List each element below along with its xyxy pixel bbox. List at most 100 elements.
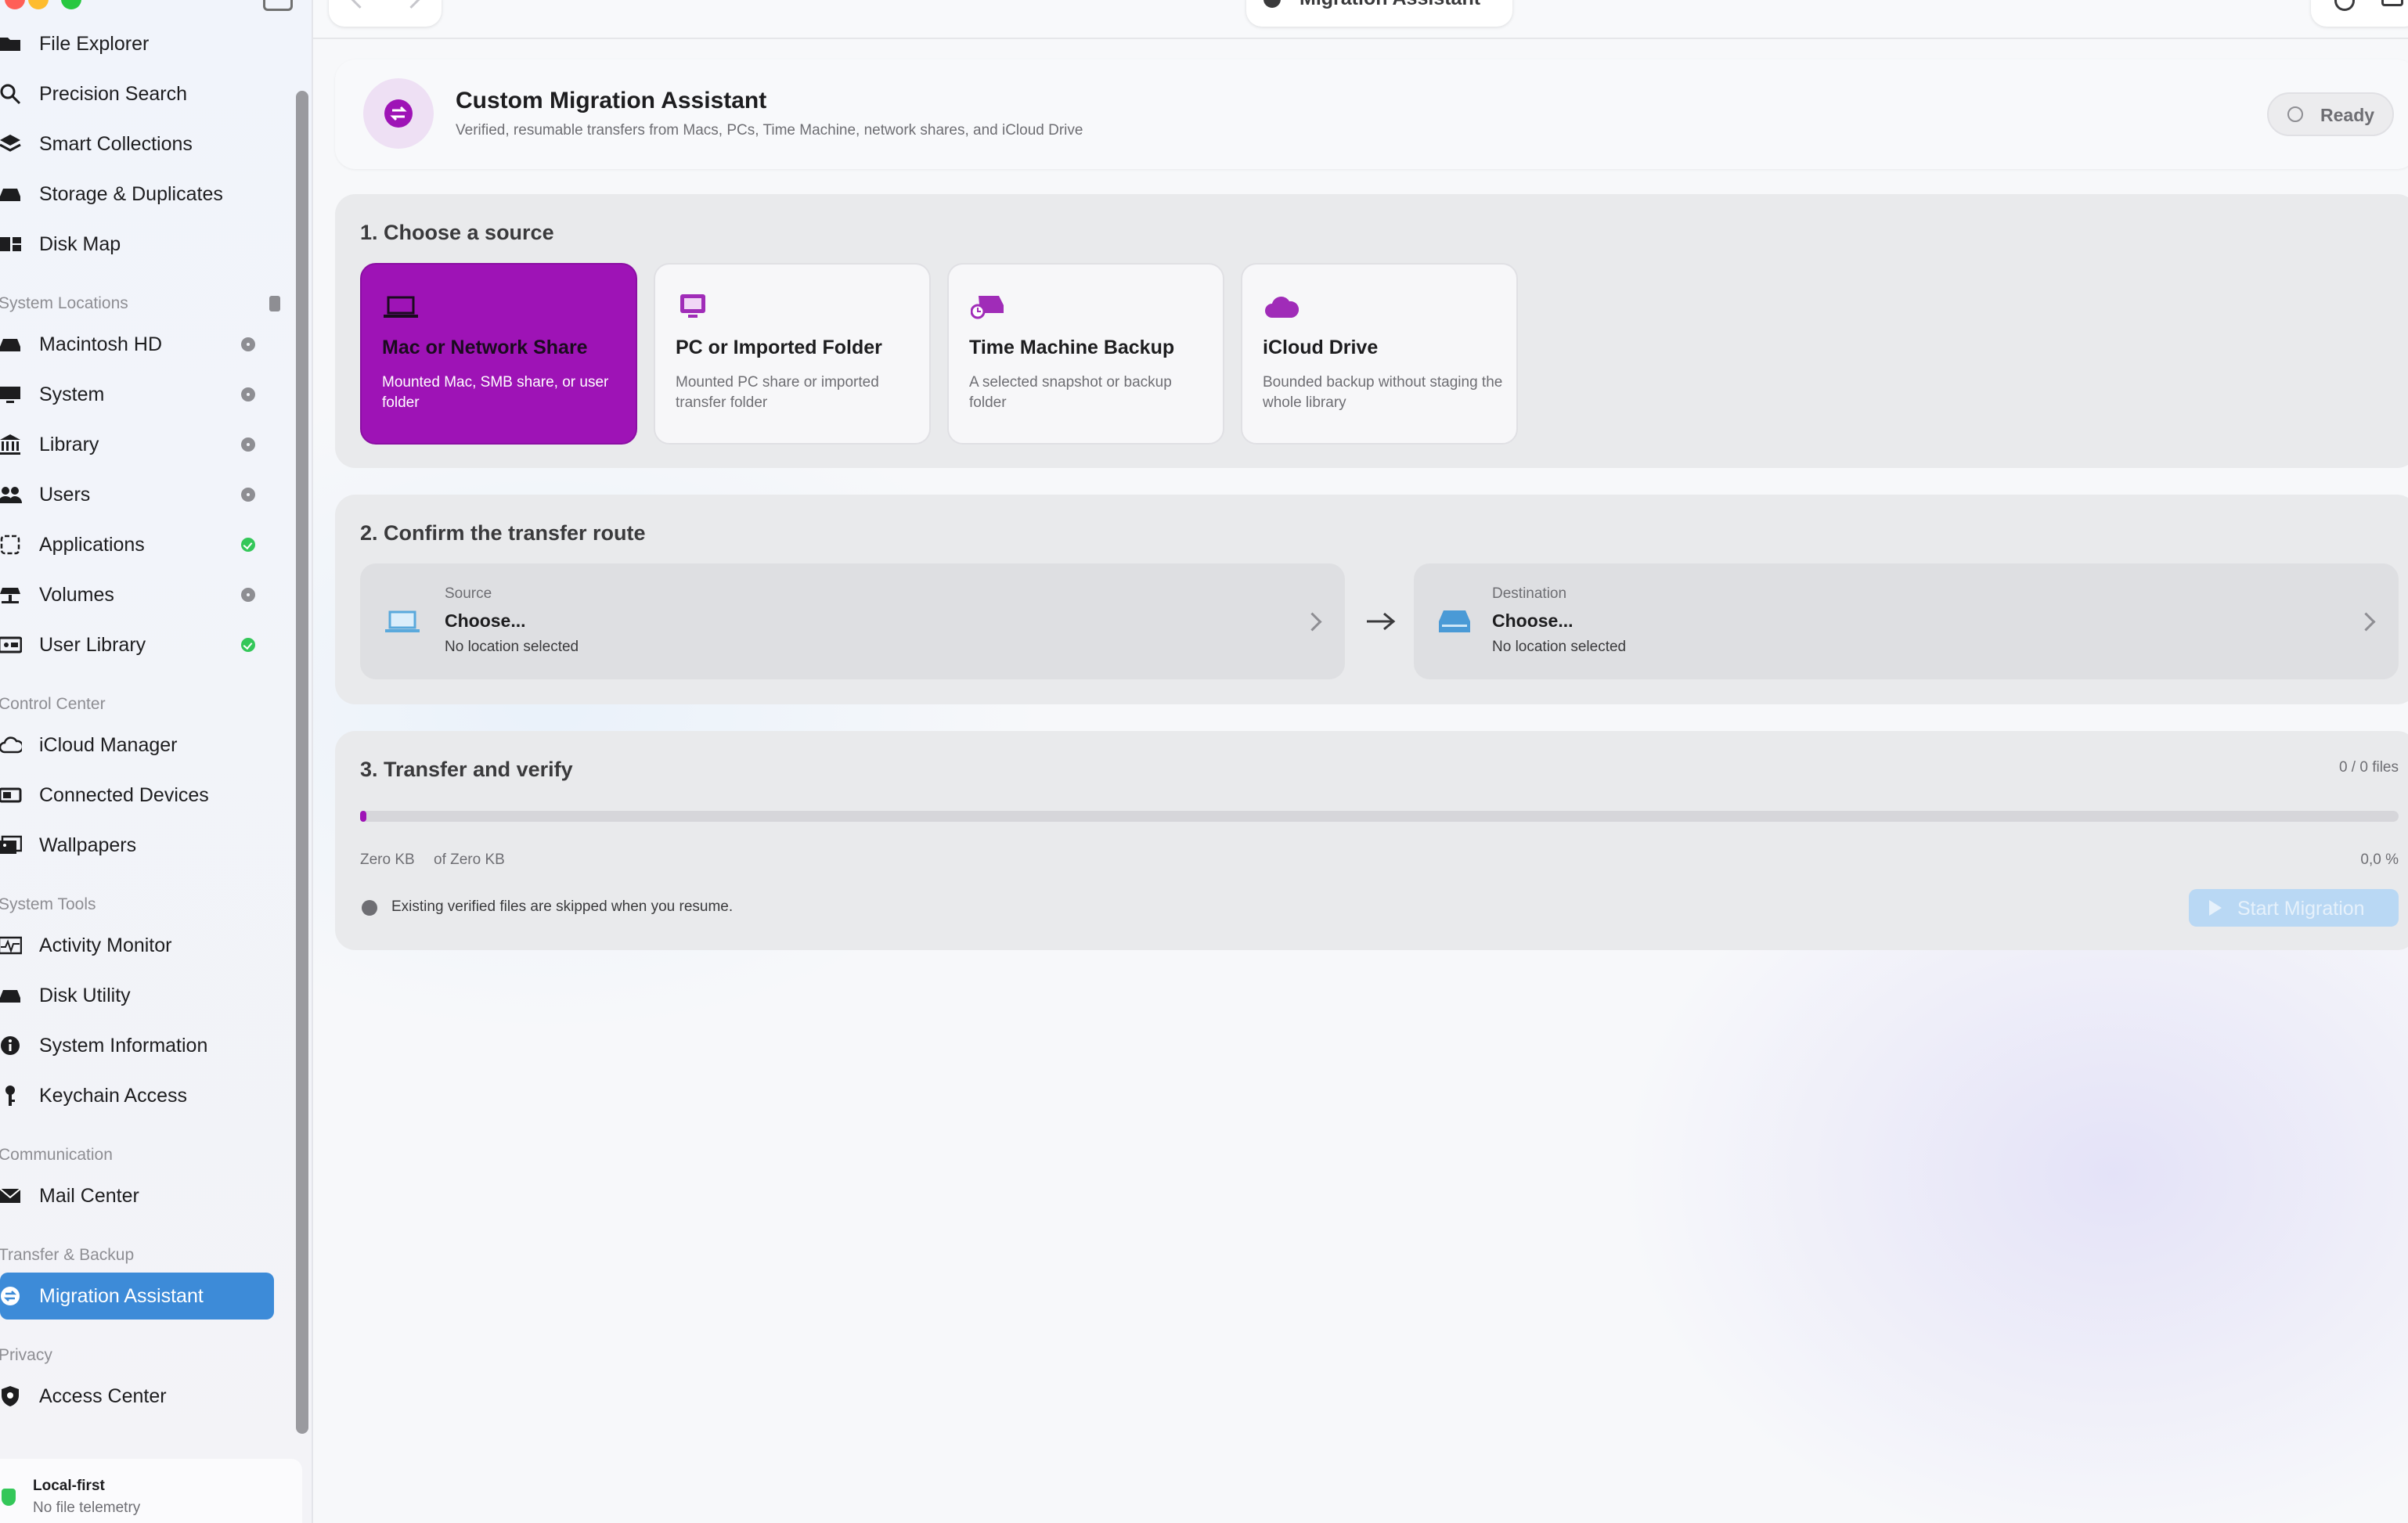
sidebar-item-label: iCloud Manager — [39, 733, 178, 756]
section-system-tools: System Tools — [0, 895, 96, 913]
section-communication: Communication — [0, 1146, 113, 1164]
folder-icon — [0, 31, 23, 57]
sidebar-item-precision-search[interactable]: Precision Search — [0, 70, 274, 117]
mail-icon — [0, 1183, 23, 1209]
progress-percent: 0,0 % — [2360, 852, 2399, 868]
sidebar-item-activity-monitor[interactable]: Activity Monitor — [0, 922, 274, 969]
monitor-icon — [677, 294, 712, 319]
route-source-sub: No location selected — [445, 639, 579, 655]
sidebar-item-macintosh-hd[interactable]: Macintosh HD — [0, 321, 274, 368]
sidebar-scrollbar[interactable] — [296, 91, 308, 1434]
eye-status-icon — [241, 337, 255, 351]
zoom-window-button[interactable] — [61, 0, 81, 9]
drive-icon — [1437, 609, 1472, 638]
header-card: Custom Migration Assistant Verified, res… — [335, 59, 2408, 169]
source-title: PC or Imported Folder — [676, 337, 882, 358]
sidebar-item-volumes[interactable]: Volumes — [0, 571, 274, 618]
window-title: Migration Assistant — [1300, 0, 1480, 10]
sidebar-item-keychain-access[interactable]: Keychain Access — [0, 1072, 274, 1119]
sidebar-item-disk-map[interactable]: Disk Map — [0, 221, 274, 268]
laptop-icon — [384, 294, 418, 319]
sidebar-item-storage-duplicates[interactable]: Storage & Duplicates — [0, 171, 274, 218]
sidebar-item-label: System — [39, 383, 105, 405]
source-option-mac-network[interactable]: Mac or Network Share Mounted Mac, SMB sh… — [360, 263, 637, 445]
sidebar-item-migration-assistant[interactable]: Migration Assistant — [0, 1273, 274, 1320]
app-square-icon — [0, 531, 23, 558]
header-title: Custom Migration Assistant — [456, 88, 767, 113]
step1-title: 1. Choose a source — [360, 221, 554, 244]
sidebar-item-users[interactable]: Users — [0, 471, 274, 518]
panel-icon[interactable] — [2381, 0, 2403, 6]
start-migration-button[interactable]: Start Migration — [2189, 889, 2399, 927]
drive-icon — [0, 331, 23, 358]
source-desc: Bounded backup without staging the whole… — [1263, 374, 1503, 411]
source-title: Mac or Network Share — [382, 337, 588, 358]
volumes-icon — [0, 581, 23, 608]
migration-header-icon — [363, 78, 434, 149]
sidebar-item-label: Migration Assistant — [39, 1284, 204, 1307]
chevron-right-icon — [1303, 612, 1322, 632]
sidebar-item-file-explorer[interactable]: File Explorer — [0, 20, 274, 67]
route-source-button[interactable]: Source Choose... No location selected — [360, 563, 1345, 679]
route-destination-label: Destination — [1492, 585, 1567, 602]
source-option-pc-folder[interactable]: PC or Imported Folder Mounted PC share o… — [654, 263, 931, 445]
sidebar-item-user-library[interactable]: User Library — [0, 621, 274, 668]
forward-chevron-icon[interactable] — [401, 0, 422, 9]
devices-icon — [0, 782, 23, 808]
sidebar-item-connected-devices[interactable]: Connected Devices — [0, 772, 274, 819]
minimize-window-button[interactable] — [28, 0, 49, 9]
nav-buttons — [329, 0, 442, 27]
sidebar-item-label: Applications — [39, 533, 145, 556]
lock-shield-icon — [2, 1489, 16, 1506]
footer-title: Local-first — [33, 1478, 105, 1494]
start-migration-label: Start Migration — [2237, 898, 2365, 920]
activity-icon — [0, 932, 23, 959]
route-source-label: Source — [445, 585, 492, 602]
sidebar-item-applications[interactable]: Applications — [0, 521, 274, 568]
section-lock-icon[interactable] — [269, 296, 280, 311]
sidebar-item-library[interactable]: Library — [0, 421, 274, 468]
sidebar-item-label: Disk Utility — [39, 984, 131, 1006]
sidebar-item-system[interactable]: System — [0, 371, 274, 418]
footer-subtitle: No file telemetry — [33, 1500, 141, 1516]
sidebar-item-label: Storage & Duplicates — [39, 182, 223, 205]
sidebar-item-label: Users — [39, 483, 91, 506]
search-icon — [0, 81, 23, 107]
sidebar-item-access-center[interactable]: Access Center — [0, 1373, 274, 1420]
sidebar-item-mail-center[interactable]: Mail Center — [0, 1172, 274, 1219]
play-icon — [2209, 900, 2222, 916]
sidebar-item-wallpapers[interactable]: Wallpapers — [0, 822, 274, 869]
sidebar-item-label: System Information — [39, 1034, 208, 1057]
source-option-icloud[interactable]: iCloud Drive Bounded backup without stag… — [1241, 263, 1518, 445]
sidebar-toggle-icon[interactable] — [263, 0, 293, 11]
source-title: iCloud Drive — [1263, 337, 1379, 358]
source-title: Time Machine Backup — [969, 337, 1175, 358]
eye-status-icon — [241, 387, 255, 401]
refresh-icon[interactable] — [2334, 0, 2355, 11]
map-grid-icon — [0, 231, 23, 257]
toolbar-right-buttons — [2311, 0, 2408, 27]
status-badge: Ready — [2267, 92, 2394, 136]
source-desc: A selected snapshot or backup folder — [969, 374, 1172, 411]
sidebar-item-smart-collections[interactable]: Smart Collections — [0, 121, 274, 167]
window-title-pill: Migration Assistant — [1246, 0, 1512, 27]
eye-status-icon — [241, 488, 255, 502]
section-transfer-backup: Transfer & Backup — [0, 1246, 135, 1264]
route-destination-button[interactable]: Destination Choose... No location select… — [1414, 563, 2399, 679]
photos-icon — [0, 832, 23, 859]
sidebar-item-disk-utility[interactable]: Disk Utility — [0, 972, 274, 1019]
source-option-time-machine[interactable]: Time Machine Backup A selected snapshot … — [947, 263, 1224, 445]
sidebar-item-icloud-manager[interactable]: iCloud Manager — [0, 722, 274, 769]
route-destination-sub: No location selected — [1492, 639, 1627, 655]
close-window-button[interactable] — [5, 0, 25, 9]
sidebar-item-system-information[interactable]: System Information — [0, 1022, 274, 1069]
info-icon — [0, 1032, 23, 1059]
sidebar-footer: Local-first No file telemetry — [0, 1459, 302, 1523]
section-system-locations: System Locations — [0, 294, 128, 312]
chevron-right-icon — [2356, 612, 2376, 632]
toolbar: Migration Assistant — [313, 0, 2408, 39]
eye-status-icon — [241, 437, 255, 452]
arrow-right-icon — [1365, 612, 1397, 635]
sidebar-item-label: Volumes — [39, 583, 114, 606]
back-chevron-icon[interactable] — [349, 0, 370, 9]
